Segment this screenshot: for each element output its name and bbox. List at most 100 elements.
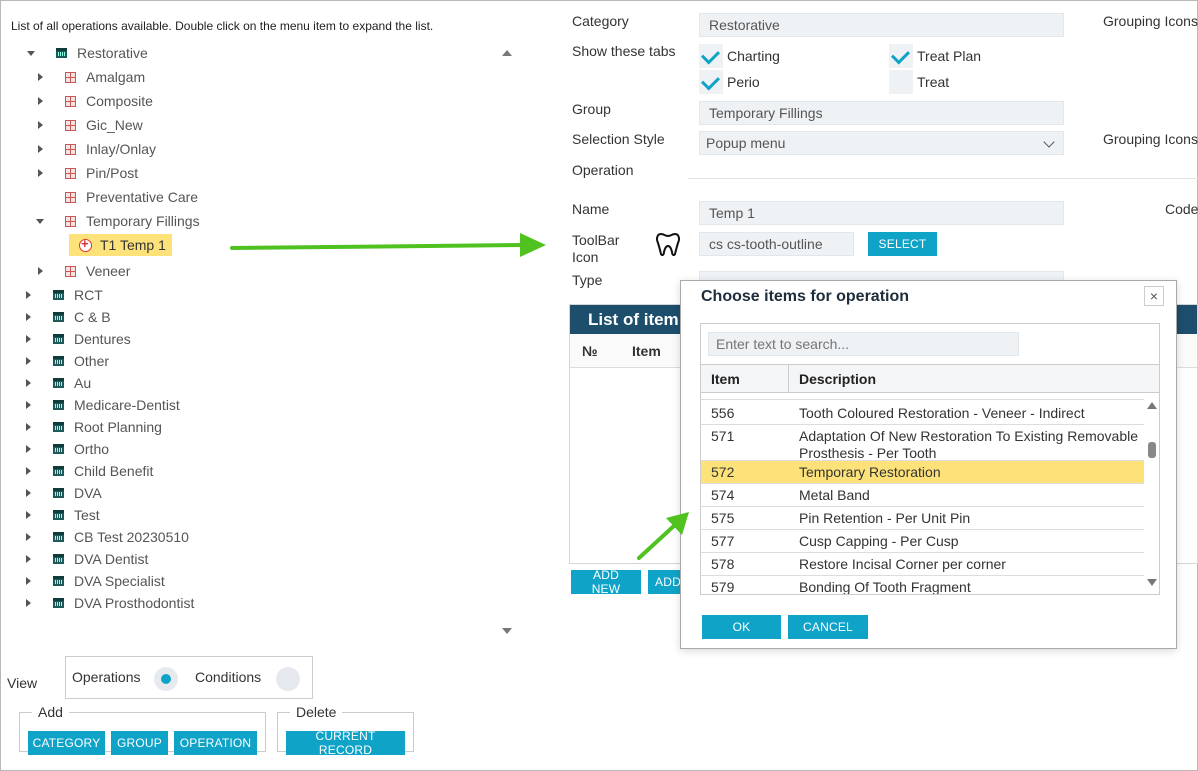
chevron-right-icon[interactable] [23,487,35,499]
chevron-right-icon[interactable] [23,355,35,367]
tree-category[interactable]: Root Planning [23,416,162,438]
tree-category[interactable]: DVA Specialist [23,570,165,592]
charting-checkbox[interactable] [699,44,723,68]
category-icon [53,334,64,344]
cell-description: Tooth Coloured Restoration - Veneer - In… [799,405,1085,421]
view-conditions-radio[interactable] [276,667,300,691]
chevron-right-icon[interactable] [23,399,35,411]
grid-scroll-down-icon[interactable] [1147,579,1157,586]
operation-icon [79,236,92,252]
chevron-right-icon[interactable] [35,119,47,131]
tree-category[interactable]: DVA Dentist [23,548,148,570]
delete-current-record-button[interactable]: CURRENT RECORD [286,729,405,757]
chevron-down-icon[interactable] [35,215,47,227]
tree-scroll-up-icon[interactable] [502,50,512,56]
tree-category[interactable]: Au [23,372,91,394]
chevron-right-icon[interactable] [23,553,35,565]
search-input[interactable] [708,332,1019,356]
chevron-right-icon[interactable] [23,377,35,389]
add-operation-button[interactable]: OPERATION [174,731,257,755]
name-field[interactable]: Temp 1 [699,201,1064,225]
tree-category[interactable]: RCT [23,284,103,306]
add-new-button[interactable]: ADD NEW [571,568,641,596]
tree-group-preventative-care[interactable]: Preventative Care [35,186,198,208]
toolbar-label-line1: ToolBar [572,232,620,248]
tree-scroll-down-icon[interactable] [502,628,512,634]
chevron-right-icon[interactable] [23,597,35,609]
tree-category[interactable]: Test [23,504,100,526]
selection-style-select[interactable]: Popup menu [699,131,1064,155]
group-field[interactable]: Temporary Fillings [699,101,1064,125]
col-number: № [582,343,598,359]
table-row[interactable]: 578 Restore Incisal Corner per corner [701,553,1144,576]
cell-description: Adaptation Of New Restoration To Existin… [799,428,1139,461]
table-row[interactable]: 577 Cusp Capping - Per Cusp [701,530,1144,553]
tree-group-amalgam[interactable]: Amalgam [35,66,145,88]
grid-scrollbar-thumb[interactable] [1148,442,1156,458]
tree-group-veneer[interactable]: Veneer [35,260,130,282]
tree-group-inlay-onlay[interactable]: Inlay/Onlay [35,138,156,160]
perio-checkbox[interactable] [699,70,723,94]
tree-category[interactable]: Ortho [23,438,109,460]
selected-operation[interactable]: T1 Temp 1 [69,234,172,256]
dialog-title: Choose items for operation [701,288,910,305]
grid-scroll-up-icon[interactable] [1147,402,1157,409]
table-row-selected[interactable]: 572 Temporary Restoration [701,461,1144,484]
chevron-right-icon[interactable] [23,575,35,587]
chevron-right-icon[interactable] [35,71,47,83]
tree-category[interactable]: Medicare-Dentist [23,394,180,416]
add-group-button[interactable]: GROUP [111,731,168,755]
cell-description: Restore Incisal Corner per corner [799,556,1006,572]
tree-category[interactable]: CB Test 20230510 [23,526,189,548]
group-icon [65,191,76,203]
tooth-outline-icon [656,232,680,257]
tree-category[interactable]: C & B [23,306,111,328]
toolbar-icon-field[interactable]: cs cs-tooth-outline [699,232,854,256]
tree-group-gic-new[interactable]: Gic_New [35,114,143,136]
chevron-right-icon[interactable] [23,289,35,301]
ok-button[interactable]: OK [702,615,781,639]
chevron-right-icon[interactable] [23,509,35,521]
tree-category[interactable]: Child Benefit [23,460,153,482]
add-category-button[interactable]: CATEGORY [28,731,105,755]
treat-checkbox[interactable] [889,70,913,94]
chevron-right-icon[interactable] [35,167,47,179]
tree-category[interactable]: Dentures [23,328,131,350]
treat-plan-checkbox[interactable] [889,44,913,68]
category-field[interactable]: Restorative [699,13,1064,37]
select-icon-button[interactable]: SELECT [868,232,937,256]
table-row[interactable]: 571 Adaptation Of New Restoration To Exi… [701,425,1144,461]
tree-group-temporary-fillings[interactable]: Temporary Fillings [35,210,200,232]
table-row[interactable]: 575 Pin Retention - Per Unit Pin [701,507,1144,530]
selection-style-label: Selection Style [572,131,665,147]
chevron-right-icon[interactable] [35,265,47,277]
view-operations-label: Operations [72,669,141,685]
chevron-right-icon[interactable] [23,465,35,477]
table-row[interactable]: 574 Metal Band [701,484,1144,507]
chevron-down-icon [1043,136,1055,148]
chevron-right-icon[interactable] [23,311,35,323]
table-row[interactable]: 556 Tooth Coloured Restoration - Veneer … [701,402,1144,425]
chevron-right-icon[interactable] [23,421,35,433]
tree-operation-t1-temp-1[interactable]: T1 Temp 1 [69,234,172,256]
chevron-right-icon[interactable] [23,531,35,543]
tree-group-pin-post[interactable]: Pin/Post [35,162,138,184]
chevron-right-icon[interactable] [23,443,35,455]
tree-category[interactable]: DVA Prosthodontist [23,592,194,614]
tree-label: Au [74,375,92,391]
tree-category[interactable]: Other [23,350,109,372]
view-operations-radio[interactable] [154,667,178,691]
close-icon[interactable]: × [1144,286,1164,306]
chevron-right-icon[interactable] [23,333,35,345]
chevron-right-icon[interactable] [35,143,47,155]
code-label: Code [1165,201,1198,217]
tree-category[interactable]: DVA [23,482,102,504]
table-row[interactable]: 579 Bonding Of Tooth Fragment [701,576,1144,594]
category-icon [53,598,64,608]
category-icon [53,554,64,564]
tree-group-composite[interactable]: Composite [35,90,153,112]
chevron-right-icon[interactable] [35,95,47,107]
chevron-down-icon[interactable] [26,47,38,59]
cancel-button[interactable]: CANCEL [788,615,868,639]
tree-category-restorative[interactable]: Restorative [26,42,148,64]
